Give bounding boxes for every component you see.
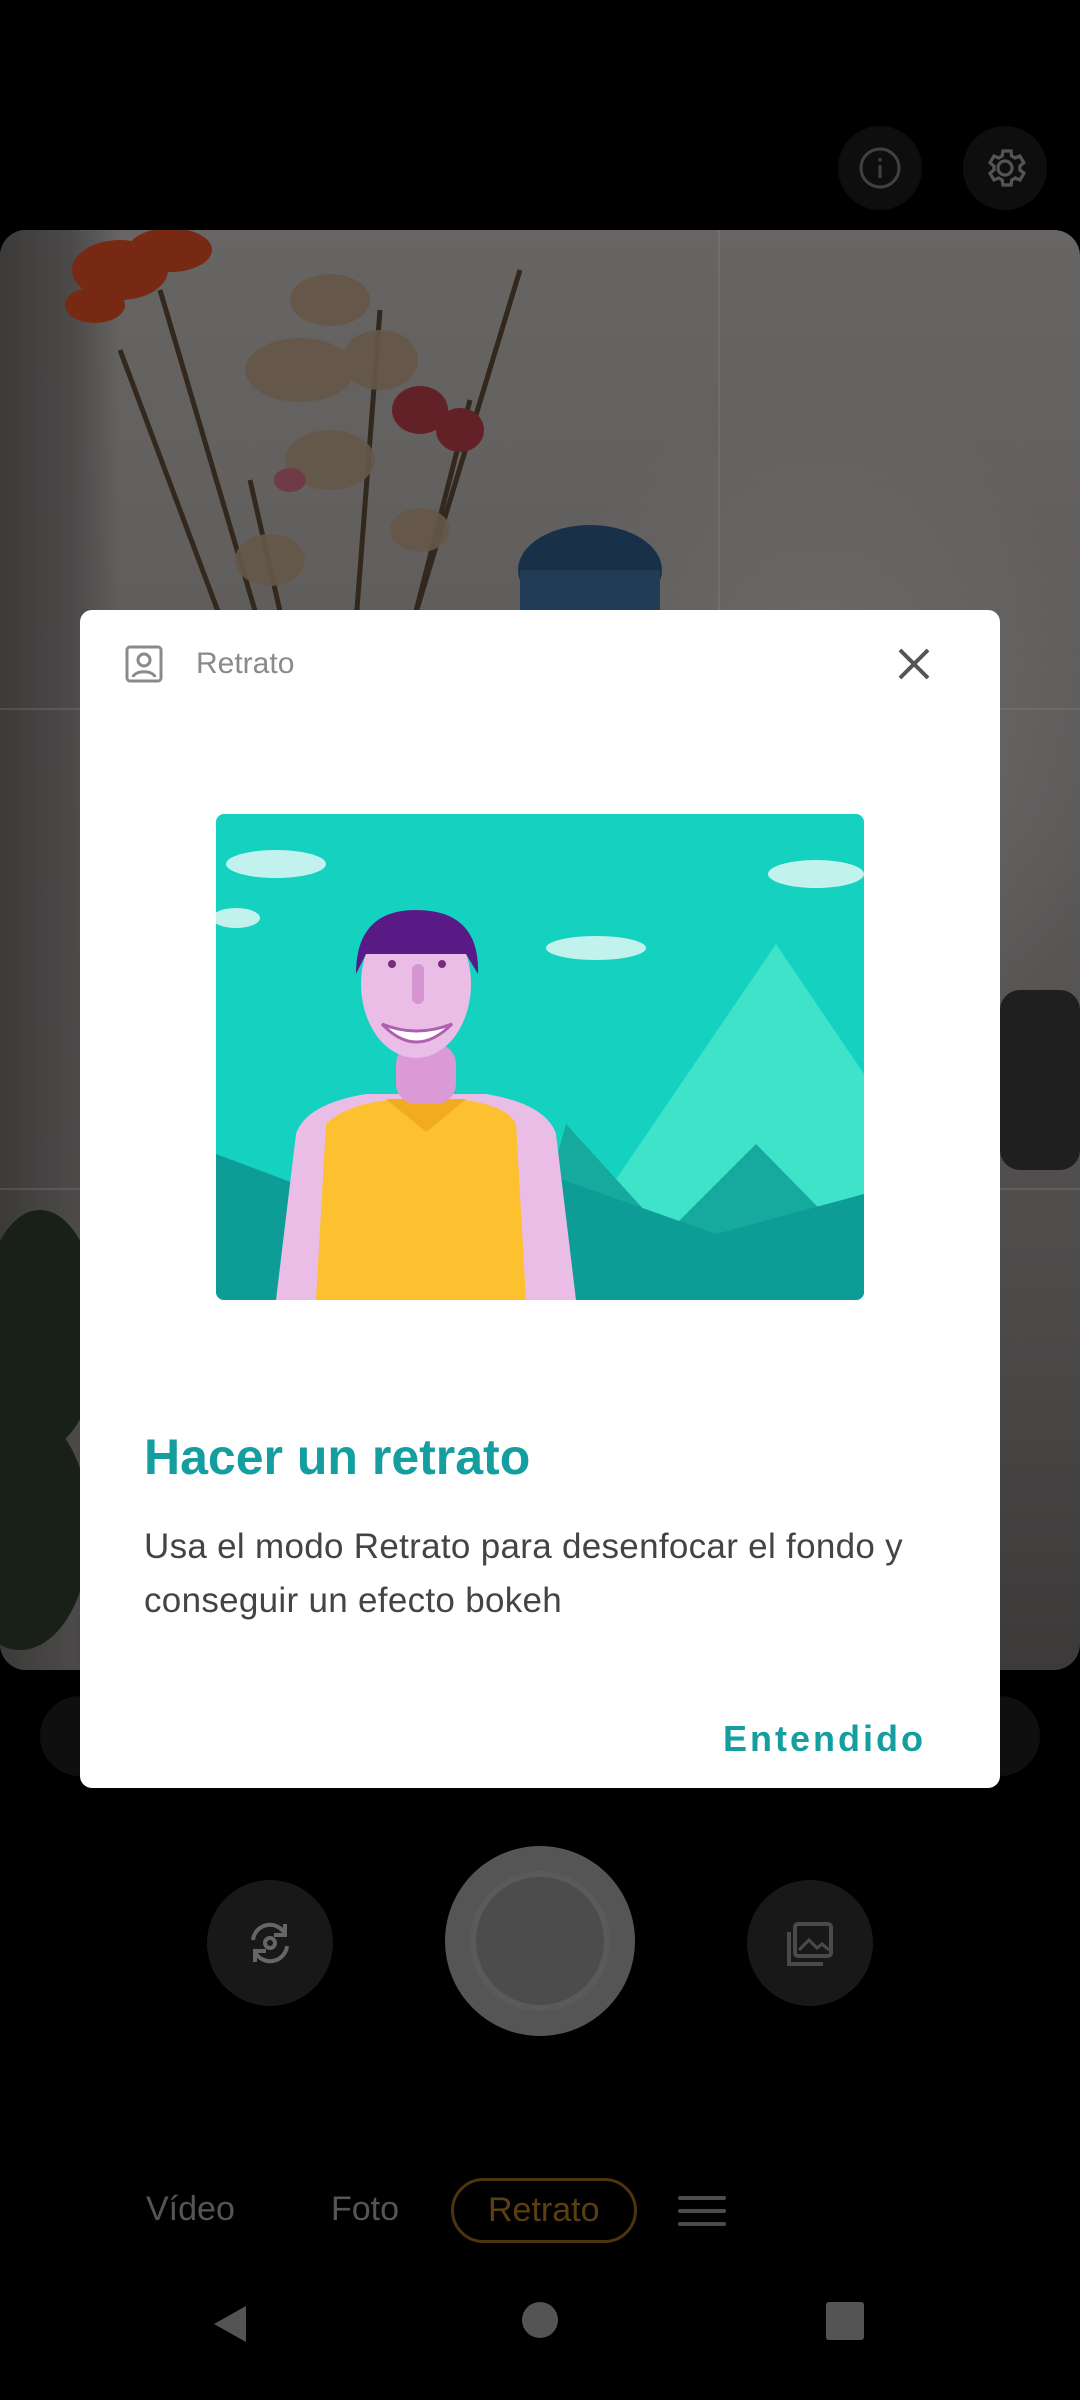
close-icon[interactable]	[892, 642, 936, 686]
portrait-mode-dialog: Retrato Hacer un retrato Usa el modo Ret…	[80, 610, 1000, 1788]
dialog-header-title: Retrato	[196, 647, 295, 680]
portrait-illustration	[216, 814, 864, 1300]
portrait-icon	[125, 645, 163, 683]
dialog-body: Usa el modo Retrato para desenfocar el f…	[144, 1527, 903, 1620]
dialog-title: Hacer un retrato	[144, 1429, 531, 1485]
confirm-button[interactable]: Entendido	[723, 1718, 926, 1760]
